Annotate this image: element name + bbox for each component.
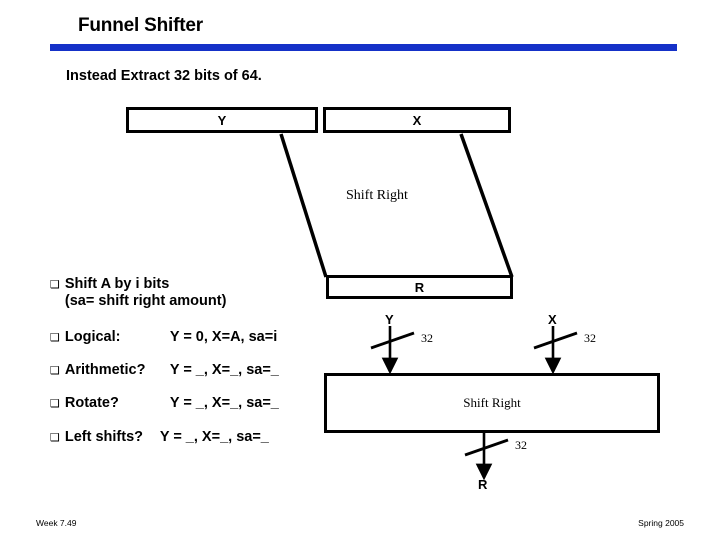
bus-width-label-x: 32 — [584, 331, 596, 345]
bullet-body: Arithmetic? Y = _, X=_, sa=_ — [65, 362, 279, 379]
list-item: ❑ Shift A by i bits (sa= shift right amo… — [50, 276, 226, 310]
shifter-input-y-label: Y — [385, 312, 394, 327]
bullet-expression: Y = 0, X=A, sa=i — [169, 329, 278, 345]
shift-right-block: Shift Right — [324, 373, 660, 433]
bus-width-label-r: 32 — [515, 438, 527, 452]
bullet-square-icon: ❑ — [50, 278, 60, 291]
bullet-body: Left shifts? Y = _, X=_, sa=_ — [65, 429, 269, 446]
bullet-line-secondary: (sa= shift right amount) — [64, 293, 227, 309]
funnel-input-y-label: Y — [217, 112, 227, 128]
footer-slide-number: Week 7.49 — [36, 518, 77, 528]
funnel-input-x-label: X — [412, 112, 422, 128]
bullet-label: Logical: — [64, 329, 121, 345]
shifter-input-x-label: X — [548, 312, 557, 327]
funnel-operation-label: Shift Right — [346, 188, 408, 203]
funnel-output-r-box: R — [326, 275, 513, 299]
bullet-body: Shift A by i bits (sa= shift right amoun… — [65, 276, 227, 310]
bullet-body: Logical: Y = 0, X=A, sa=i — [65, 329, 277, 346]
bullet-line-primary: Shift A by i bits — [64, 276, 170, 292]
shifter-output-r-label: R — [478, 477, 488, 492]
bullet-expression: Y = _, X=_, sa=_ — [169, 395, 279, 411]
bullet-label: Left shifts? — [64, 429, 144, 445]
bus-width-label-y: 32 — [421, 331, 433, 345]
list-item: ❑ Arithmetic? Y = _, X=_, sa=_ — [50, 362, 279, 379]
bullet-square-icon: ❑ — [50, 397, 60, 410]
funnel-output-r-label: R — [414, 279, 425, 295]
page-title: Funnel Shifter — [78, 15, 203, 36]
title-divider-rule — [50, 44, 677, 51]
bullet-square-icon: ❑ — [50, 364, 60, 377]
subtitle-text: Instead Extract 32 bits of 64. — [66, 68, 262, 84]
bullet-body: Rotate? Y = _, X=_, sa=_ — [65, 395, 279, 412]
bullet-label: Rotate? — [64, 395, 119, 411]
funnel-input-y-box: Y — [126, 107, 318, 133]
funnel-input-x-box: X — [323, 107, 511, 133]
slide-canvas: Funnel Shifter Instead Extract 32 bits o… — [0, 0, 720, 540]
bullet-square-icon: ❑ — [50, 431, 60, 444]
list-item: ❑ Left shifts? Y = _, X=_, sa=_ — [50, 429, 269, 446]
bullet-expression: Y = _, X=_, sa=_ — [159, 429, 269, 445]
list-item: ❑ Logical: Y = 0, X=A, sa=i — [50, 329, 277, 346]
footer-term: Spring 2005 — [638, 518, 684, 528]
bullet-square-icon: ❑ — [50, 331, 60, 344]
bullet-expression: Y = _, X=_, sa=_ — [169, 362, 279, 378]
shift-right-block-label: Shift Right — [463, 395, 521, 410]
list-item: ❑ Rotate? Y = _, X=_, sa=_ — [50, 395, 279, 412]
bullet-label: Arithmetic? — [64, 362, 146, 378]
